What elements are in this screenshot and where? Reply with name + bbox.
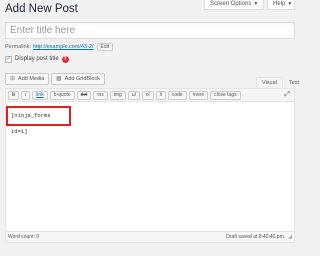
page-title: Add New Post <box>5 3 78 15</box>
media-icon: ⊞ <box>10 76 16 82</box>
add-gridblock-label: Add GridBlock <box>64 76 100 82</box>
grid-icon: ▦ <box>56 76 62 82</box>
chevron-down-icon: ▼ <box>287 1 293 7</box>
quicktag-blockquote-button[interactable]: b-quote <box>49 90 75 100</box>
quicktag-ins-button[interactable]: ins <box>93 90 108 100</box>
screen-options-tab[interactable]: Screen Options ▼ <box>204 0 264 10</box>
edit-permalink-button[interactable]: Edit <box>96 43 114 51</box>
display-title-label: Display post title <box>15 56 59 62</box>
resize-handle-icon[interactable]: ◢ <box>288 234 292 240</box>
screen-options-label: Screen Options <box>210 1 252 7</box>
quicktag-code-button[interactable]: code <box>167 90 187 100</box>
quicktag-bold-button[interactable]: b <box>8 90 20 100</box>
quicktag-ul-button[interactable]: ul <box>127 90 140 100</box>
quicktag-link-button[interactable]: link <box>32 90 48 100</box>
display-title-row: ✓ Display post title ? <box>5 54 69 64</box>
permalink-row: Permalink: http://example.com/43-2/ Edit <box>5 42 114 52</box>
post-title-input[interactable] <box>5 22 295 39</box>
add-media-button[interactable]: ⊞ Add Media <box>5 73 50 85</box>
help-label: Help <box>273 1 286 7</box>
draft-saved-status: Draft saved at 8:40:40 pm. <box>226 234 286 240</box>
display-title-checkbox[interactable]: ✓ <box>5 55 12 63</box>
quicktag-italic-button[interactable]: i <box>21 90 31 100</box>
quicktag-more-button[interactable]: more <box>188 90 209 100</box>
shortcode-text: [ninja_forms id=1] <box>6 106 71 135</box>
chevron-down-icon: ▼ <box>253 1 259 7</box>
editor-tabs: Visual Text <box>256 77 305 88</box>
editor-status-bar: Word count: 0 Draft saved at 8:40:40 pm.… <box>6 231 294 242</box>
editor-content-area[interactable]: [ninja_forms id=1] <box>6 102 294 231</box>
quicktag-img-button[interactable]: img <box>109 90 126 100</box>
quicktag-del-button[interactable]: del <box>76 90 92 100</box>
editor-container: b i link b-quote del ins img ul ol li co… <box>5 88 295 243</box>
help-tab[interactable]: Help ▼ <box>267 0 295 10</box>
tab-text[interactable]: Text <box>283 77 305 88</box>
add-gridblock-button[interactable]: ▦ Add GridBlock <box>51 73 105 85</box>
word-count: Word count: 0 <box>8 234 40 240</box>
quicktag-close-tags-button[interactable]: close tags <box>210 90 241 100</box>
quicktag-ol-button[interactable]: ol <box>141 90 154 100</box>
quicktag-li-button[interactable]: li <box>155 90 166 100</box>
help-icon[interactable]: ? <box>61 55 69 63</box>
permalink-link[interactable]: http://example.com/43-2/ <box>33 42 94 52</box>
quicktags-toolbar: b i link b-quote del ins img ul ol li co… <box>6 89 294 102</box>
fullscreen-icon[interactable]: ⤢ <box>284 91 290 99</box>
tab-visual[interactable]: Visual <box>256 77 283 88</box>
add-media-label: Add Media <box>18 76 45 82</box>
permalink-label: Permalink: <box>5 44 31 50</box>
